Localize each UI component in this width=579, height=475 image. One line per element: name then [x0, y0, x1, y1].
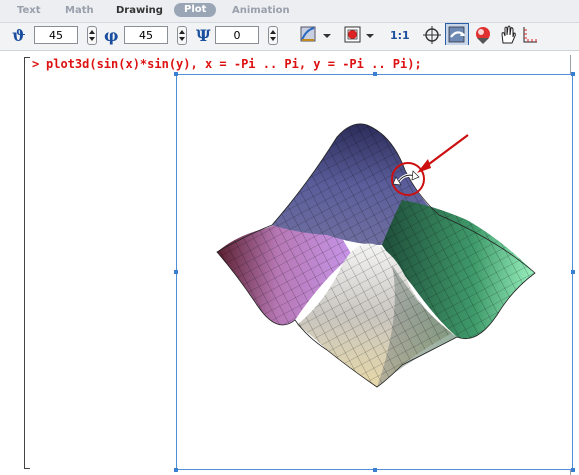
pan-icon[interactable]	[473, 24, 495, 46]
surface-plot-3d[interactable]	[177, 75, 572, 469]
plot-toolbar: ϑ 45 φ 45 Ψ 0 1:1	[0, 23, 579, 51]
annotation-arrowhead	[417, 159, 431, 173]
axes-extent-icon[interactable]	[520, 24, 540, 46]
tab-text[interactable]: Text	[17, 5, 41, 16]
chevron-down-icon[interactable]	[323, 34, 331, 38]
theta-spinner[interactable]	[87, 26, 97, 45]
spinner-down-icon[interactable]	[270, 37, 276, 41]
input-prompt: >	[32, 57, 40, 71]
phi-icon: φ	[104, 26, 119, 45]
tab-animation[interactable]: Animation	[232, 5, 290, 16]
theta-input[interactable]: 45	[34, 26, 78, 44]
spinner-down-icon[interactable]	[179, 37, 185, 41]
spinner-down-icon[interactable]	[89, 37, 95, 41]
phi-input[interactable]: 45	[124, 26, 168, 44]
chevron-down-icon[interactable]	[366, 34, 374, 38]
scale-constrained-button[interactable]: 1:1	[390, 29, 410, 42]
tab-plot[interactable]: Plot	[174, 3, 217, 17]
rotate-icon[interactable]	[445, 23, 469, 45]
command-input[interactable]: plot3d(sin(x)*sin(y), x = -Pi .. Pi, y =…	[46, 57, 422, 71]
context-tab-bar: Text Math Drawing Plot Animation	[0, 0, 579, 23]
psi-input[interactable]: 0	[215, 26, 259, 44]
plot-region[interactable]	[174, 72, 575, 472]
spinner-up-icon[interactable]	[270, 30, 276, 34]
shading-style-icon[interactable]	[342, 24, 364, 46]
worksheet-area[interactable]: > plot3d(sin(x)*sin(y), x = -Pi .. Pi, y…	[0, 51, 579, 475]
tab-drawing[interactable]: Drawing	[116, 5, 163, 16]
axes-style-icon[interactable]	[298, 24, 320, 46]
theta-icon: ϑ	[12, 26, 26, 45]
execution-group-bracket[interactable]	[24, 57, 30, 469]
spinner-up-icon[interactable]	[89, 30, 95, 34]
psi-spinner[interactable]	[268, 26, 278, 45]
hand-icon[interactable]	[497, 24, 519, 46]
tab-math[interactable]: Math	[65, 5, 94, 16]
annotation-arrow	[424, 134, 469, 168]
psi-icon: Ψ	[196, 26, 211, 45]
pointer-target-icon[interactable]	[421, 24, 443, 46]
phi-spinner[interactable]	[177, 26, 187, 45]
spinner-up-icon[interactable]	[179, 30, 185, 34]
